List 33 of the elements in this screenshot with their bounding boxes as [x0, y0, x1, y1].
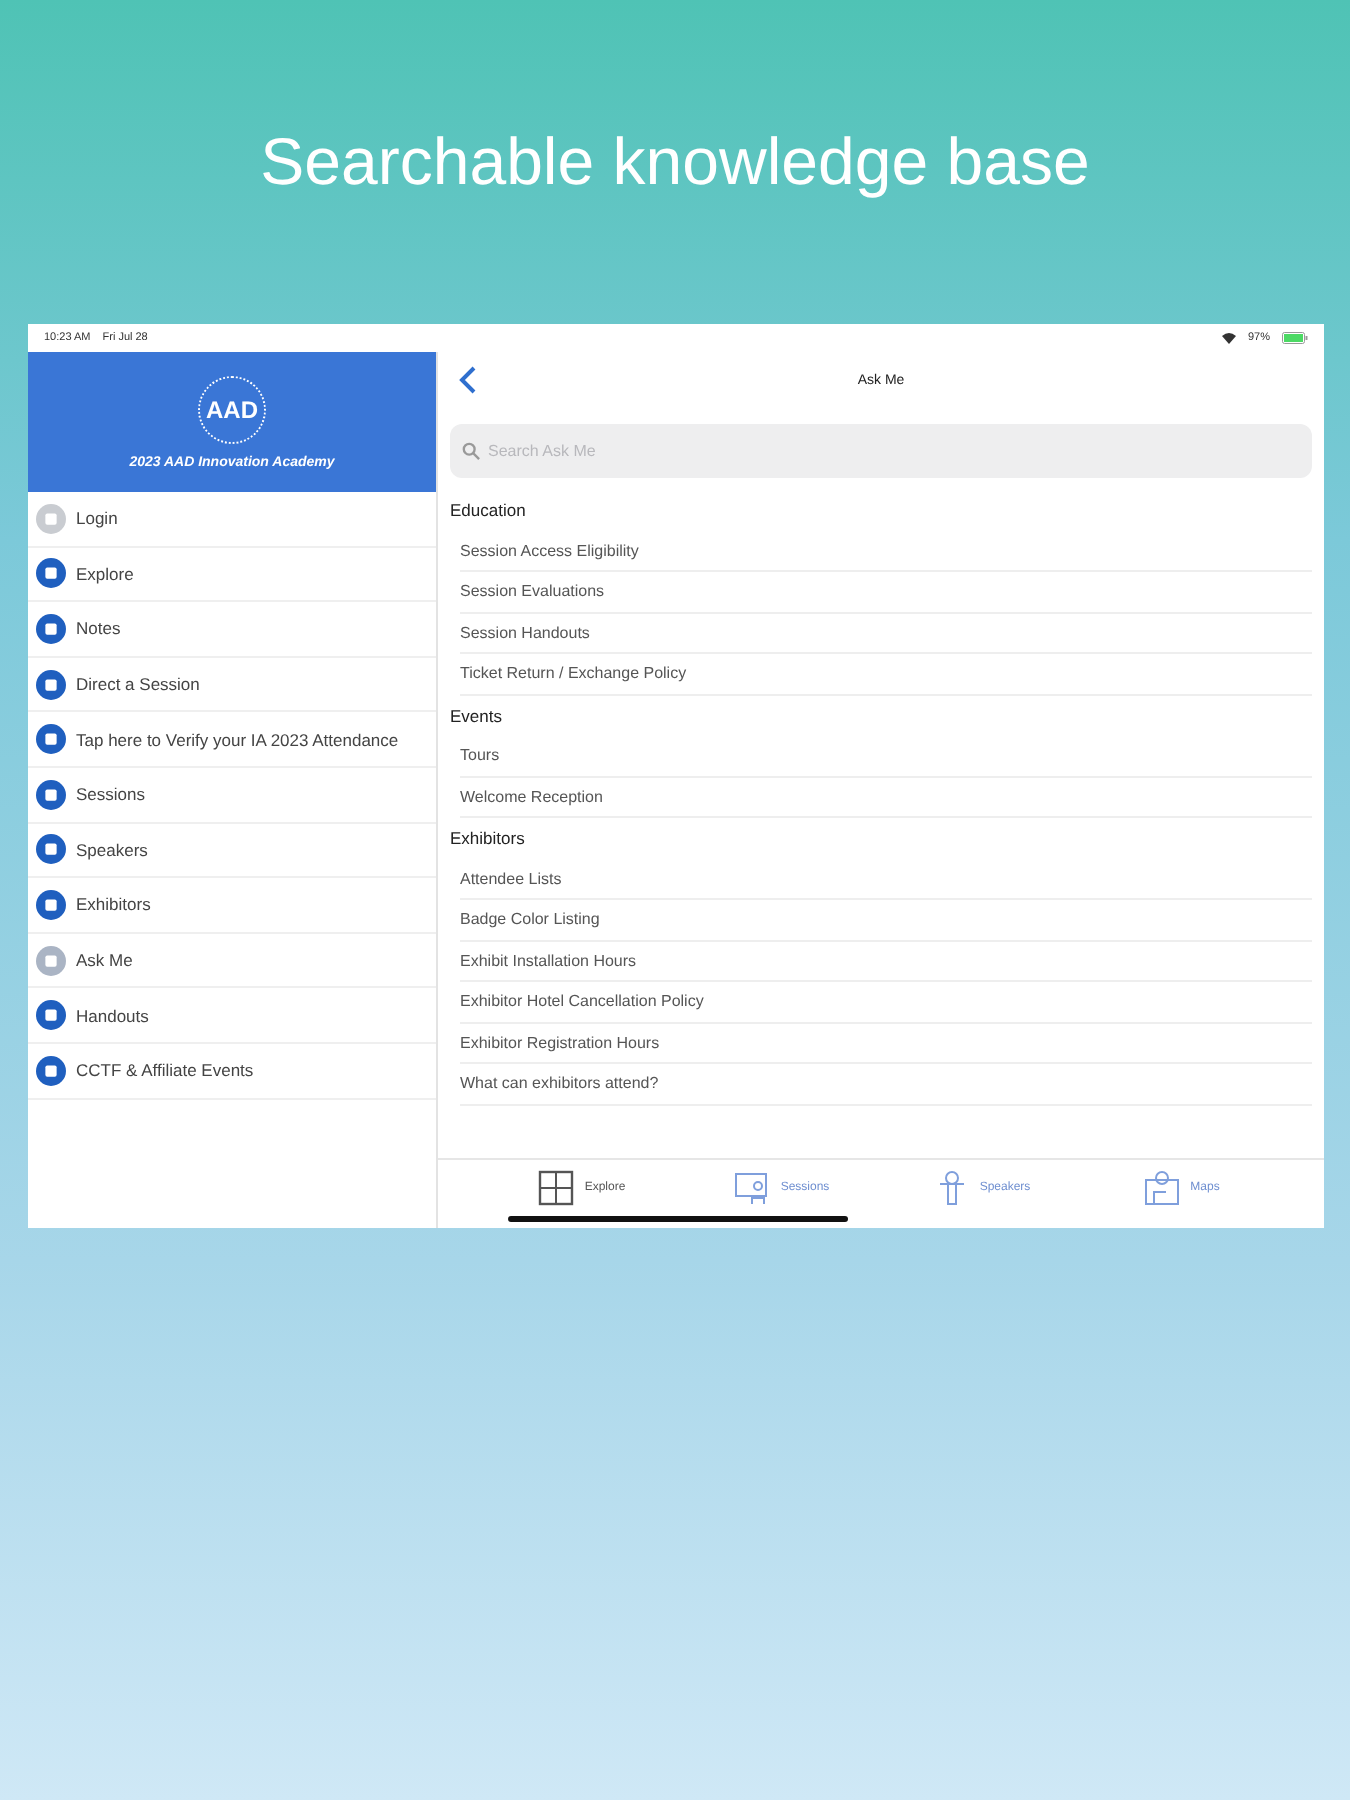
menu-item[interactable]: Login — [28, 492, 436, 548]
list-item[interactable]: Welcome Reception — [460, 777, 1312, 818]
grid-icon — [536, 1168, 577, 1208]
list-item[interactable]: Exhibitor Hotel Cancellation Policy — [460, 982, 1312, 1023]
map-icon — [1142, 1168, 1183, 1208]
section-heading: Events — [448, 703, 504, 730]
menu-item[interactable]: Ask Me — [28, 933, 436, 989]
list-item[interactable]: What can exhibitors attend? — [460, 1064, 1312, 1105]
list-item[interactable]: Session Access Eligibility — [460, 531, 1312, 572]
menu-item[interactable]: Exhibitors — [28, 878, 436, 934]
presenter-icon — [732, 1168, 773, 1208]
list-item[interactable]: Attendee Lists — [460, 859, 1312, 900]
battery-icon — [1282, 332, 1308, 344]
list-item[interactable]: Session Handouts — [460, 613, 1312, 654]
menu-item[interactable]: Sessions — [28, 767, 436, 824]
menu-item[interactable]: Notes — [28, 602, 436, 658]
menu-item[interactable]: CCTF & Affiliate Events — [28, 1043, 436, 1100]
list-item[interactable]: Tours — [460, 736, 1312, 777]
logo: AAD — [198, 375, 266, 443]
list-item[interactable]: Badge Color Listing — [460, 900, 1312, 941]
menu-item[interactable]: Tap here to Verify your IA 2023 Attendance — [28, 712, 436, 768]
menu-item[interactable]: Handouts — [28, 988, 436, 1044]
wifi-icon — [1221, 332, 1236, 344]
section-heading: Education — [448, 498, 528, 525]
list-item[interactable]: Exhibit Installation Hours — [460, 941, 1312, 982]
headline: Searchable knowledge base — [258, 122, 1092, 202]
menu-item[interactable]: Explore — [28, 547, 436, 603]
section-heading: Exhibitors — [448, 826, 527, 853]
list-item[interactable]: Exhibitor Registration Hours — [460, 1023, 1312, 1064]
menu-item[interactable]: Speakers — [28, 823, 436, 879]
list-item[interactable]: Session Evaluations — [460, 572, 1312, 613]
menu-item[interactable]: Direct a Session — [28, 657, 436, 713]
list-item[interactable]: Ticket Return / Exchange Policy — [460, 654, 1312, 695]
